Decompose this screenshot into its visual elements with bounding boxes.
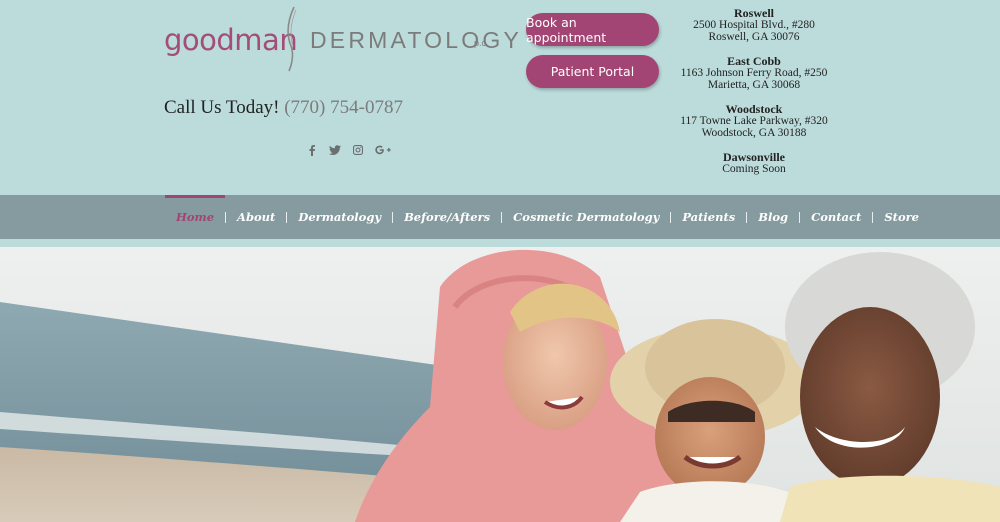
call-label: Call Us Today! — [164, 97, 280, 118]
logo-suffix: p.c. — [474, 38, 489, 48]
location-name: Woodstock — [725, 102, 783, 116]
patient-portal-button[interactable]: Patient Portal — [526, 55, 659, 88]
nav-before-afters[interactable]: Before/Afters — [393, 195, 501, 239]
hero-photo — [0, 247, 1000, 522]
logo[interactable]: goodman DERMATOLOGY p.c. — [164, 6, 519, 72]
nav-dermatology[interactable]: Dermatology — [287, 195, 392, 239]
location-address: 1163 Johnson Ferry Road, #250 — [680, 67, 828, 79]
nav-blog[interactable]: Blog — [747, 195, 799, 239]
logo-brand: goodman — [164, 23, 298, 57]
book-appointment-button[interactable]: Book an appointment — [526, 13, 659, 46]
location-name: East Cobb — [727, 54, 781, 68]
nav-cosmetic-dermatology[interactable]: Cosmetic Dermatology — [502, 195, 670, 239]
location-woodstock: Woodstock 117 Towne Lake Parkway, #320 W… — [668, 103, 840, 139]
nav-contact[interactable]: Contact — [800, 195, 872, 239]
phone-number[interactable]: (770) 754-0787 — [284, 97, 403, 118]
location-address: 117 Towne Lake Parkway, #320 — [680, 115, 828, 127]
instagram-icon[interactable] — [351, 143, 364, 156]
nav-about[interactable]: About — [226, 195, 286, 239]
hero-image — [0, 247, 1000, 522]
nav-patients[interactable]: Patients — [671, 195, 746, 239]
location-east-cobb: East Cobb 1163 Johnson Ferry Road, #250 … — [668, 55, 840, 91]
location-status: Coming Soon — [722, 163, 786, 175]
location-dawsonville: Dawsonville Coming Soon — [668, 151, 840, 175]
twitter-icon[interactable] — [328, 143, 341, 156]
nav-store[interactable]: Store — [873, 195, 930, 239]
main-nav: Home About Dermatology Before/Afters Cos… — [0, 195, 1000, 243]
location-address: 2500 Hospital Blvd., #280 — [693, 19, 815, 31]
location-city: Woodstock, GA 30188 — [701, 127, 807, 139]
location-name: Dawsonville — [722, 150, 785, 164]
call-us: Call Us Today! (770) 754-0787 — [164, 97, 403, 119]
facebook-icon[interactable] — [305, 143, 318, 156]
social-links — [305, 143, 391, 156]
logo-practice: DERMATOLOGY — [310, 27, 522, 53]
locations: Roswell 2500 Hospital Blvd., #280 Roswel… — [668, 7, 840, 187]
location-roswell: Roswell 2500 Hospital Blvd., #280 Roswel… — [668, 7, 840, 43]
google-plus-icon[interactable] — [374, 143, 391, 156]
location-city: Marietta, GA 30068 — [707, 79, 801, 91]
location-name: Roswell — [734, 6, 774, 20]
site-header: goodman DERMATOLOGY p.c. Call Us Today! … — [0, 0, 1000, 195]
logo-swash-icon — [287, 6, 297, 72]
nav-home[interactable]: Home — [165, 195, 226, 239]
location-city: Roswell, GA 30076 — [708, 31, 800, 43]
